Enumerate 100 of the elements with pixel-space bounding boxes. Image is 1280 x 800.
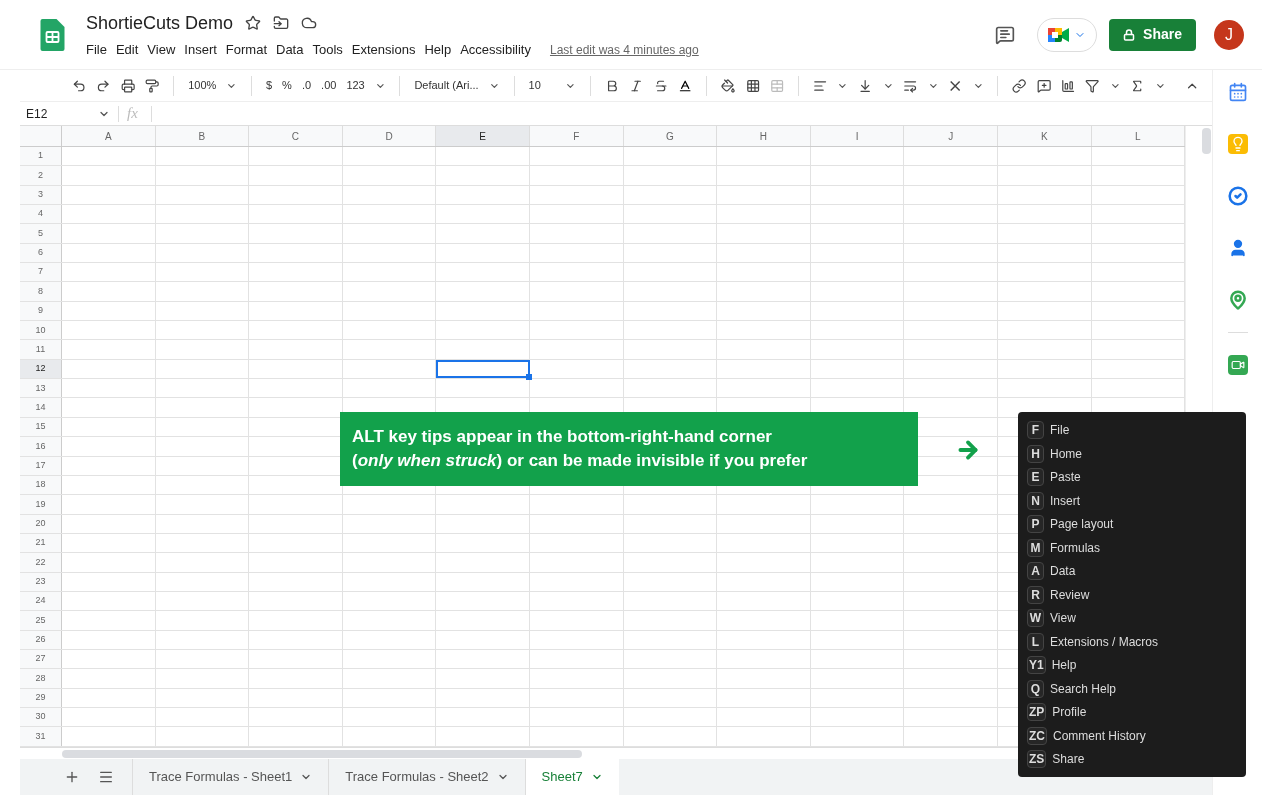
share-button[interactable]: Share [1109, 18, 1196, 51]
menu-item[interactable]: File [86, 39, 107, 60]
key-badge: L [1027, 632, 1044, 651]
column-header[interactable]: K [997, 126, 1092, 146]
fill-color-icon[interactable] [721, 77, 736, 94]
last-edit-link[interactable]: Last edit was 4 minutes ago [549, 40, 699, 59]
key-tip-label[interactable]: File [1050, 421, 1070, 439]
document-title[interactable]: ShortieCuts Demo [86, 9, 234, 37]
column-header[interactable]: L [1091, 126, 1186, 146]
row-header[interactable]: 22 [20, 553, 62, 572]
key-badge: W [1027, 609, 1044, 627]
sheets-logo[interactable] [40, 18, 65, 51]
column-header[interactable]: F [529, 126, 624, 146]
font-select[interactable]: Default (Ari... [414, 77, 479, 94]
key-tip-label[interactable]: Review [1050, 585, 1090, 604]
column-header[interactable]: H [717, 126, 811, 146]
video-icon[interactable] [1227, 355, 1248, 375]
row-header[interactable]: 2 [20, 166, 62, 185]
key-badge: F [1027, 421, 1044, 439]
print-icon[interactable] [120, 77, 135, 94]
check-circle-icon[interactable] [1227, 186, 1248, 206]
column-header[interactable]: J [904, 126, 998, 146]
key-tip-label[interactable]: View [1050, 609, 1076, 627]
row-header[interactable]: 8 [20, 282, 62, 301]
font-size-select[interactable]: 10 [528, 77, 556, 94]
add-sheet-icon[interactable] [64, 769, 80, 785]
row-header[interactable]: 4 [20, 205, 62, 224]
percent-format[interactable]: % [282, 77, 292, 94]
menu-item[interactable]: View [147, 39, 176, 60]
column-header[interactable]: I [810, 126, 905, 146]
chart-icon[interactable] [1061, 77, 1076, 94]
name-box[interactable]: E12 [20, 104, 98, 123]
comment-add-icon[interactable] [1036, 77, 1051, 94]
key-tip-label[interactable]: Insert [1050, 491, 1080, 510]
menu-item[interactable]: Format [225, 39, 267, 60]
key-tip-label[interactable]: Paste [1050, 468, 1081, 486]
folder-icon[interactable] [273, 15, 290, 32]
number-format[interactable]: 123 [346, 77, 365, 94]
currency-format[interactable]: $ [266, 77, 273, 94]
key-badge: R [1027, 585, 1044, 604]
key-tip-label[interactable]: Share [1052, 750, 1085, 768]
vertical-scrollbar[interactable] [1202, 128, 1211, 154]
key-tip-label[interactable]: Profile [1052, 703, 1087, 721]
key-tip-label[interactable]: Page layout [1050, 515, 1114, 533]
key-tip-label[interactable]: Data [1050, 562, 1076, 580]
lock-icon [1123, 28, 1136, 41]
menu-item[interactable]: Tools [312, 39, 343, 60]
menu-item[interactable]: Insert [184, 39, 217, 60]
filter-icon[interactable] [1085, 77, 1100, 94]
link-icon[interactable] [1012, 77, 1027, 94]
sheet-list-icon[interactable] [98, 769, 114, 785]
star-icon[interactable] [245, 15, 262, 32]
sheet-tab[interactable]: Trace Formulas - Sheet1 [132, 759, 329, 795]
comment-icon[interactable] [995, 24, 1016, 45]
selected-cell[interactable] [436, 359, 530, 379]
row-header[interactable]: 14 [20, 398, 62, 417]
sheet-tab[interactable]: Trace Formulas - Sheet2 [328, 759, 525, 795]
menu-item[interactable]: Help [424, 39, 452, 60]
key-tip-label[interactable]: Extensions / Macros [1050, 632, 1159, 651]
row-header[interactable]: 5 [20, 224, 62, 243]
key-badge: P [1027, 515, 1044, 533]
column-header[interactable]: E [436, 126, 530, 146]
row-header[interactable]: 31 [20, 727, 62, 746]
calendar-icon[interactable] [1227, 82, 1248, 102]
horizontal-scrollbar[interactable] [62, 749, 582, 758]
row-header[interactable]: 13 [20, 379, 62, 398]
borders-icon[interactable] [745, 77, 760, 94]
row-header[interactable]: 25 [20, 611, 62, 630]
sheet-tab[interactable]: Sheet7 [524, 759, 619, 795]
row-header[interactable]: 10 [20, 321, 62, 340]
row-header[interactable]: 28 [20, 669, 62, 688]
key-tip-label[interactable]: Formulas [1050, 538, 1100, 557]
menu-item[interactable]: Edit [115, 39, 139, 60]
column-header[interactable]: A [62, 126, 156, 146]
avatar[interactable]: J [1214, 19, 1244, 50]
row-header[interactable]: 11 [20, 340, 62, 359]
key-badge: A [1027, 562, 1044, 580]
zoom-select[interactable]: 100% [188, 77, 217, 94]
key-badge: ZP [1027, 703, 1047, 721]
increase-decimals[interactable]: .00 [321, 77, 337, 94]
key-tip-label[interactable]: Help [1051, 656, 1077, 674]
paint-format-icon[interactable] [145, 77, 160, 94]
column-header[interactable]: B [155, 126, 250, 146]
column-header[interactable]: G [623, 126, 718, 146]
key-tip-label[interactable]: Home [1050, 444, 1082, 463]
row-header[interactable]: 7 [20, 263, 62, 282]
row-header[interactable]: 1 [20, 147, 62, 166]
map-pin-icon[interactable] [1227, 290, 1248, 310]
menu-item[interactable]: Data [276, 39, 304, 60]
decrease-decimals[interactable]: .0 [301, 77, 312, 94]
key-tip-label[interactable]: Comment History [1053, 726, 1146, 745]
menu-item[interactable]: Extensions [351, 39, 416, 60]
column-header[interactable]: C [249, 126, 343, 146]
key-tip-label[interactable]: Search Help [1050, 679, 1117, 698]
row-header[interactable]: 19 [20, 495, 62, 514]
menu-item[interactable]: Accessibility [460, 39, 531, 60]
key-badge: ZS [1027, 750, 1047, 768]
row-header[interactable]: 16 [20, 437, 62, 456]
vertical-align-icon[interactable] [858, 77, 873, 94]
key-badge: Q [1027, 679, 1044, 698]
